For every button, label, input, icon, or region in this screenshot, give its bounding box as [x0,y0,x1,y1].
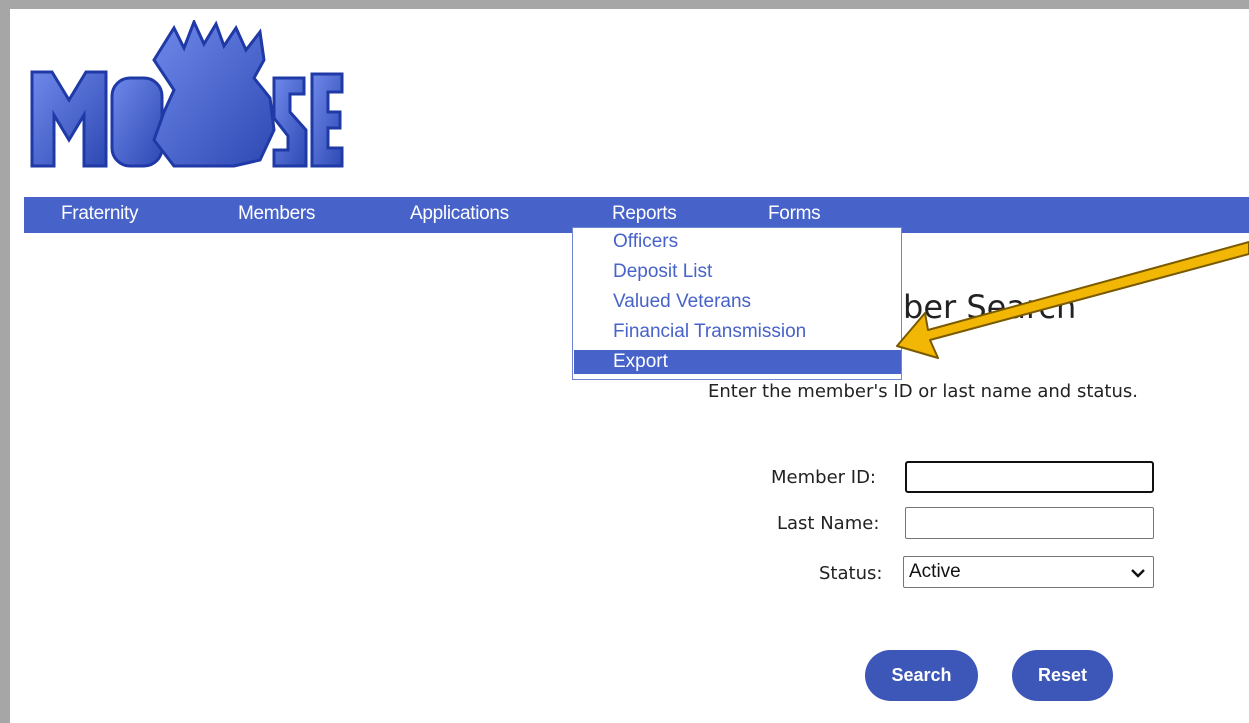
chevron-down-icon [1131,569,1145,578]
menu-item-financial-transmission[interactable]: Financial Transmission [613,320,806,344]
window-frame-left [0,0,10,723]
nav-applications[interactable]: Applications [410,197,509,233]
menu-item-valued-veterans[interactable]: Valued Veterans [613,290,751,314]
moose-logo [24,18,344,170]
status-selected-value: Active [909,561,961,582]
menu-item-export[interactable]: Export [574,350,901,374]
menu-item-officers[interactable]: Officers [613,230,678,254]
reports-dropdown-menu: Officers Deposit List Valued Veterans Fi… [572,227,902,380]
nav-fraternity[interactable]: Fraternity [61,197,139,233]
page-title: ber Search [903,288,1077,326]
status-select[interactable]: Active [903,556,1154,588]
menu-item-deposit-list[interactable]: Deposit List [613,260,712,284]
member-id-label: Member ID: [771,467,876,488]
search-button[interactable]: Search [865,650,978,701]
status-label: Status: [819,563,883,584]
last-name-label: Last Name: [777,513,880,534]
instructions-text: Enter the member's ID or last name and s… [708,381,1138,402]
window-frame-top [0,0,1249,9]
nav-members[interactable]: Members [238,197,315,233]
reset-button[interactable]: Reset [1012,650,1113,701]
last-name-input[interactable] [905,507,1154,539]
member-id-input[interactable] [905,461,1154,493]
